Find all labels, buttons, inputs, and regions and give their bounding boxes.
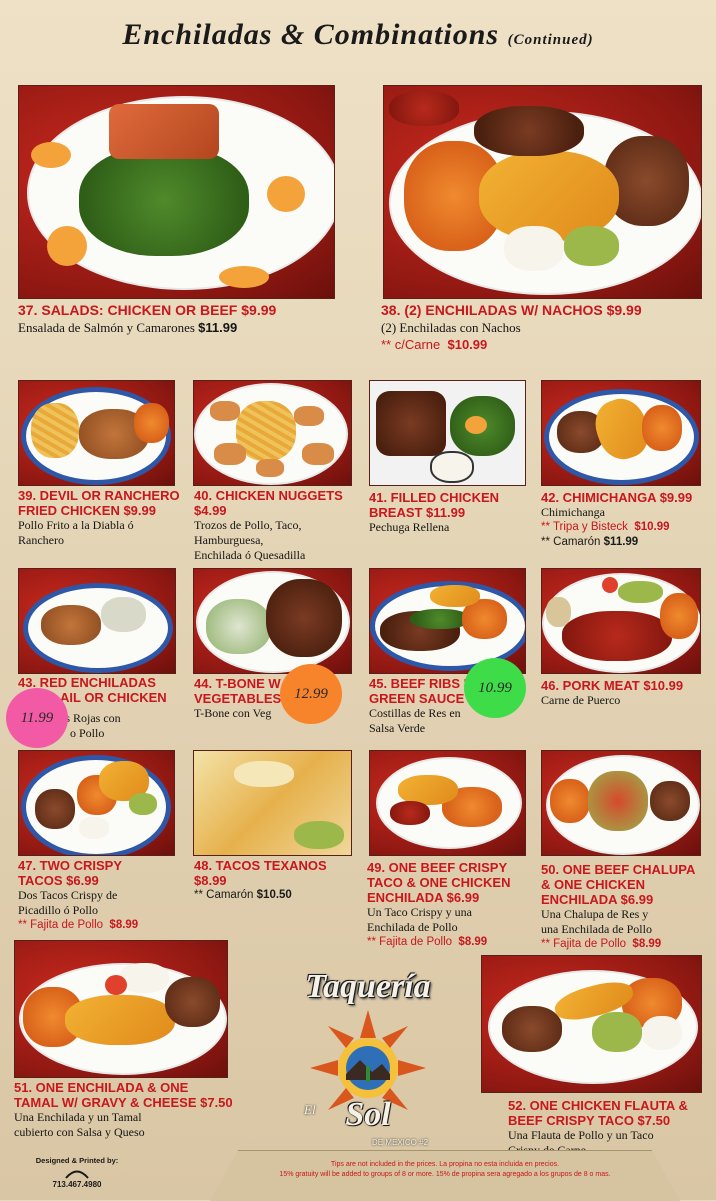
item-desc-line: Una Flauta de Pollo y un Taco	[508, 1128, 654, 1142]
price-sticker-43: 11.99	[6, 688, 68, 748]
item-extra: ** Fajita de Pollo $8.99	[367, 936, 488, 948]
item-name-line: $8.99	[194, 873, 227, 888]
item-extra: ** Camarón $10.50	[194, 889, 292, 901]
item-desc-line: Enchilada ó Quesadilla	[194, 548, 306, 562]
item-name-line: 40. CHICKEN NUGGETS	[194, 488, 343, 503]
item-desc-line: Chimichanga	[541, 505, 605, 519]
menu-item-52: 52. ONE CHICKEN FLAUTA & BEEF CRISPY TAC…	[508, 1098, 713, 1158]
item-extra: ** Tripa y Bisteck $10.99	[541, 521, 670, 533]
item-name-line: BEEF CRISPY TACO $7.50	[508, 1113, 671, 1128]
photo-49-taco-enchilada	[369, 750, 526, 856]
item-name: 38. (2) ENCHILADAS w/ NACHOS $9.99	[381, 302, 642, 318]
item-name-line: 47. TWO CRISPY	[18, 858, 123, 873]
item-desc: (2) Enchiladas con Nachos	[381, 320, 521, 335]
photo-39-fried-chicken	[18, 380, 175, 486]
item-desc-line: cubierto con Salsa y Queso	[14, 1125, 145, 1139]
item-desc-line: Hamburguesa,	[194, 533, 264, 547]
item-desc-line: Un Taco Crispy y una	[367, 905, 472, 919]
designer-phone: 713.467.4980	[52, 1180, 102, 1189]
menu-item-48: 48. TACOS TEXANOS $8.99 ** Camarón $10.5…	[194, 858, 364, 903]
menu-page: Enchiladas & Combinations (Continued) 37…	[0, 0, 716, 1201]
photo-48-tacos-texanos	[193, 750, 352, 856]
menu-item-50: 50. ONE BEEF CHALUPA & ONE CHICKEN ENCHI…	[541, 862, 711, 952]
menu-item-39: 39. DEVIL OR RANCHERO FRIED CHICKEN $9.9…	[18, 488, 188, 548]
item-name-line: 39. DEVIL OR RANCHERO	[18, 488, 180, 503]
photo-46-pork-meat	[541, 568, 701, 674]
menu-item-46: 46. PORK MEAT $10.99 Carne de Puerco	[541, 678, 711, 708]
item-name-line: 52. ONE CHICKEN FLAUTA &	[508, 1098, 688, 1113]
item-desc-line: Picadillo ó Pollo	[18, 903, 99, 917]
item-desc-line: Una Enchilada y un Tamal	[14, 1110, 142, 1124]
menu-item-47: 47. TWO CRISPY TACOS $6.99 Dos Tacos Cri…	[18, 858, 188, 933]
photo-38-enchiladas-nachos	[383, 85, 702, 299]
item-name: 37. SALADS: CHICKEN OR BEEF $9.99	[18, 302, 277, 318]
item-desc-line: Salsa Verde	[369, 721, 426, 735]
item-name-line: TACO & ONE CHICKEN	[367, 875, 511, 890]
item-desc-line: Pollo Frito a la Diabla ó	[18, 518, 134, 532]
item-name-line: 49. ONE BEEF CRISPY	[367, 860, 508, 875]
printer-logo-icon	[65, 1170, 89, 1179]
item-name-line: 51. ONE ENCHILADA & ONE	[14, 1080, 189, 1095]
menu-item-38: 38. (2) ENCHILADAS w/ NACHOS $9.99 (2) E…	[381, 302, 711, 353]
price-sticker-45: 10.99	[464, 658, 526, 718]
item-desc-line: T-Bone con Veg	[194, 706, 272, 720]
photo-50-chalupa-enchilada	[541, 750, 701, 856]
menu-item-51: 51. ONE ENCHILADA & ONE TAMAL w/ GRAVY &…	[14, 1080, 244, 1140]
menu-item-40: 40. CHICKEN NUGGETS $4.99 Trozos de Poll…	[194, 488, 364, 563]
item-name-line: & ONE CHICKEN	[541, 877, 646, 892]
item-extra: ** Fajita de Pollo $8.99	[18, 919, 139, 931]
item-name-line: 48. TACOS TEXANOS	[194, 858, 327, 873]
photo-51-enchilada-tamal	[14, 940, 228, 1078]
photo-37-salad	[18, 85, 335, 299]
item-name-line: 50. ONE BEEF CHALUPA	[541, 862, 696, 877]
item-desc-line: una Enchilada de Pollo	[541, 922, 652, 936]
item-name-line: 46. PORK MEAT $10.99	[541, 678, 684, 693]
logo-title: Taquería	[305, 968, 431, 1005]
title-text: Enchiladas & Combinations	[122, 18, 500, 51]
item-name-line: ENCHILADA $6.99	[541, 892, 654, 907]
designer-credit: Designed & Printed by:	[22, 1156, 132, 1181]
item-extra: ** Camarón $11.99	[541, 536, 639, 548]
item-name-line: BREAST $11.99	[369, 505, 466, 520]
price-sticker-44: 12.99	[280, 664, 342, 724]
photo-43-red-enchiladas	[18, 568, 176, 674]
menu-item-42: 42. CHIMICHANGA $9.99 Chimichanga ** Tri…	[541, 490, 711, 550]
photo-44-tbone	[193, 568, 352, 674]
item-desc-line: Carne de Puerco	[541, 693, 621, 707]
item-desc-line: Pechuga Rellena	[369, 520, 450, 534]
page-title: Enchiladas & Combinations (Continued)	[0, 18, 716, 52]
photo-42-chimichanga	[541, 380, 701, 486]
photo-40-chicken-nuggets	[193, 380, 352, 486]
item-desc-line: Trozos de Pollo, Taco,	[194, 518, 302, 532]
menu-item-37: 37. SALADS: CHICKEN OR BEEF $9.99 Ensala…	[18, 302, 338, 336]
item-name-line: $4.99	[194, 503, 227, 518]
item-name-line: TAMAL w/ GRAVY & CHEESE $7.50	[14, 1095, 233, 1110]
photo-47-crispy-tacos	[18, 750, 175, 856]
item-name-line: 41. FILLED CHICKEN	[369, 490, 500, 505]
photo-52-flauta-taco	[481, 955, 702, 1093]
photo-41-filled-chicken	[369, 380, 526, 486]
tip-notice: Tips are not included in the prices. La …	[279, 1161, 611, 1178]
logo-sol: Sol	[345, 1096, 391, 1133]
item-desc: Ensalada de Salmón y Camarones $11.99	[18, 320, 238, 335]
item-name-line: ENCHILADA $6.99	[367, 890, 480, 905]
item-desc-line: Ranchero	[18, 533, 64, 547]
item-name-line: TACOS $6.99	[18, 873, 99, 888]
logo-subtitle: DE MEXICO #2	[372, 1138, 429, 1147]
item-extra: ** Fajita de Pollo $8.99	[541, 938, 662, 950]
title-continued: (Continued)	[507, 32, 594, 48]
menu-item-49: 49. ONE BEEF CRISPY TACO & ONE CHICKEN E…	[367, 860, 542, 950]
restaurant-logo: Taquería El Sol DE MEXICO #2	[280, 968, 456, 1158]
item-name-line: FRIED CHICKEN $9.99	[18, 503, 156, 518]
item-desc-line: Enchilada de Pollo	[367, 920, 458, 934]
menu-item-41: 41. FILLED CHICKEN BREAST $11.99 Pechuga…	[369, 490, 534, 535]
item-desc-line: Una Chalupa de Res y	[541, 907, 649, 921]
item-desc-line: Dos Tacos Crispy de	[18, 888, 118, 902]
item-name-line: 42. CHIMICHANGA $9.99	[541, 490, 693, 505]
item-extra: ** c/Carne $10.99	[381, 337, 488, 352]
